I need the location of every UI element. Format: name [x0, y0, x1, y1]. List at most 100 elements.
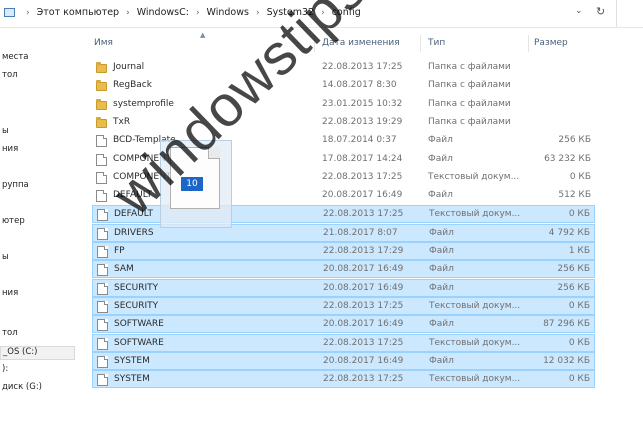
file-icon	[97, 338, 108, 350]
file-name: systemprofile	[113, 99, 174, 109]
file-size: 256 КБ	[557, 283, 590, 293]
folder-icon	[96, 62, 107, 73]
file-name: TxR	[113, 117, 131, 127]
folder-icon	[96, 99, 107, 110]
column-name[interactable]: Имя	[94, 38, 113, 48]
file-size: 4 792 КБ	[548, 228, 590, 238]
file-type: Папка с файлами	[428, 99, 511, 109]
file-type: Файл	[428, 135, 453, 145]
nav-item[interactable]: ютер	[0, 216, 25, 230]
file-date: 22.08.2013 17:25	[323, 209, 404, 219]
file-row[interactable]: systemprofile 23.01.2015 10:32 Папка с фай…	[92, 96, 595, 114]
file-name: Journal	[113, 62, 145, 72]
file-type: Файл	[429, 356, 454, 366]
file-date: 22.08.2013 17:25	[323, 301, 404, 311]
file-icon	[96, 154, 107, 166]
file-type: Папка с файлами	[428, 62, 511, 72]
file-type: Файл	[429, 228, 454, 238]
file-name: DRIVERS	[114, 228, 154, 238]
file-date: 22.08.2013 17:25	[323, 374, 404, 384]
file-row[interactable]: SECURITY 22.08.2013 17:25 Текстовый докум.…	[92, 297, 595, 315]
nav-item[interactable]: ния	[0, 288, 18, 302]
column-divider[interactable]	[420, 35, 421, 52]
computer-icon	[4, 8, 15, 17]
nav-item[interactable]: ):	[0, 364, 8, 378]
file-row[interactable]: SECURITY 20.08.2017 16:49 Файл 256 КБ	[92, 279, 595, 297]
file-type: Файл	[428, 190, 453, 200]
file-name: SYSTEM	[114, 356, 150, 366]
file-date: 21.08.2017 8:07	[323, 228, 398, 238]
breadcrumb-separator[interactable]: ›	[196, 8, 200, 18]
file-date: 22.08.2013 17:29	[323, 246, 404, 256]
nav-item[interactable]: ы	[0, 126, 9, 140]
file-row[interactable]: Journal 22.08.2013 17:25 Папка с файлами	[92, 59, 595, 77]
nav-item[interactable]: диск (G:)	[0, 382, 42, 396]
column-divider[interactable]	[314, 35, 315, 52]
breadcrumb-system32[interactable]: System32	[267, 7, 315, 18]
breadcrumb-this-pc[interactable]: Этот компьютер	[37, 7, 119, 18]
nav-item[interactable]: руппа	[0, 180, 29, 194]
file-list: ▲ Имя Дата изменения Тип Размер Journal 2…	[92, 31, 643, 427]
breadcrumb: › Этот компьютер › WindowsC: › Windows ›…	[4, 7, 361, 18]
file-icon	[97, 228, 108, 240]
file-icon	[97, 264, 108, 276]
breadcrumb-separator[interactable]: ›	[321, 8, 325, 18]
file-date: 22.08.2013 17:25	[322, 62, 403, 72]
file-icon	[97, 209, 108, 221]
file-date: 22.08.2013 17:25	[322, 172, 403, 182]
column-size[interactable]: Размер	[534, 38, 568, 48]
file-type: Текстовый докум...	[429, 301, 521, 311]
file-row[interactable]: SAM 20.08.2017 16:49 Файл 256 КБ	[92, 260, 595, 278]
nav-item[interactable]: тол	[0, 70, 18, 84]
file-type: Файл	[429, 319, 454, 329]
nav-item[interactable]: ы	[0, 252, 9, 266]
file-icon	[96, 190, 107, 202]
file-row[interactable]: RegBack 14.08.2017 8:30 Папка с файлами	[92, 77, 595, 95]
nav-item[interactable]: места	[0, 52, 28, 66]
file-size: 512 КБ	[558, 190, 591, 200]
file-date: 23.01.2015 10:32	[322, 99, 403, 109]
file-date: 17.08.2017 14:24	[322, 154, 403, 164]
file-size: 63 232 КБ	[544, 154, 591, 164]
file-name: RegBack	[113, 80, 152, 90]
nav-item[interactable]: _OS (C:)	[0, 346, 75, 360]
column-divider[interactable]	[528, 35, 529, 52]
file-type: Текстовый докум...	[429, 209, 521, 219]
breadcrumb-separator[interactable]: ›	[256, 8, 260, 18]
file-row[interactable]: SYSTEM 22.08.2013 17:25 Текстовый докум...…	[92, 370, 595, 388]
breadcrumb-windows[interactable]: Windows	[207, 7, 249, 18]
breadcrumb-windowsc[interactable]: WindowsC:	[137, 7, 189, 18]
address-bar[interactable]: › Этот компьютер › WindowsC: › Windows ›…	[0, 0, 643, 28]
file-date: 20.08.2017 16:49	[323, 264, 404, 274]
file-date: 22.08.2013 19:29	[322, 117, 403, 127]
navigation-pane: места тол ы ния руппа ютер ы ния тол _OS (C:)): ди…	[0, 28, 80, 427]
file-icon	[97, 301, 108, 313]
nav-item[interactable]: ния	[0, 144, 18, 158]
file-icon	[97, 356, 108, 368]
file-size: 0 КБ	[568, 301, 590, 311]
refresh-icon[interactable]: ↻	[596, 5, 605, 18]
file-size: 0 КБ	[568, 374, 590, 384]
file-row[interactable]: FP 22.08.2013 17:29 Файл 1 КБ	[92, 242, 595, 260]
file-date: 20.08.2017 16:49	[323, 319, 404, 329]
file-row[interactable]: TxR 22.08.2013 19:29 Папка с файлами	[92, 114, 595, 132]
file-row[interactable]: SOFTWARE 20.08.2017 16:49 Файл 87 296 КБ	[92, 315, 595, 333]
breadcrumb-separator[interactable]: ›	[126, 8, 130, 18]
nav-item[interactable]: тол	[0, 328, 18, 342]
sort-up-icon: ▲	[200, 31, 206, 39]
file-type: Файл	[429, 246, 454, 256]
column-date[interactable]: Дата изменения	[322, 38, 400, 48]
chevron-down-icon[interactable]: ⌄	[575, 6, 583, 16]
search-box[interactable]	[616, 0, 643, 27]
file-name: SAM	[114, 264, 134, 274]
file-name: SECURITY	[114, 283, 159, 293]
column-type[interactable]: Тип	[428, 38, 445, 48]
file-size: 12 032 КБ	[543, 356, 590, 366]
file-size: 256 КБ	[558, 135, 591, 145]
breadcrumb-config[interactable]: config	[332, 7, 361, 18]
file-name: DEFAULT	[113, 190, 152, 200]
file-row[interactable]: SOFTWARE 22.08.2013 17:25 Текстовый докум.…	[92, 334, 595, 352]
file-row[interactable]: SYSTEM 20.08.2017 16:49 Файл 12 032 КБ	[92, 352, 595, 370]
file-size: 256 КБ	[557, 264, 590, 274]
file-date: 20.08.2017 16:49	[322, 190, 403, 200]
